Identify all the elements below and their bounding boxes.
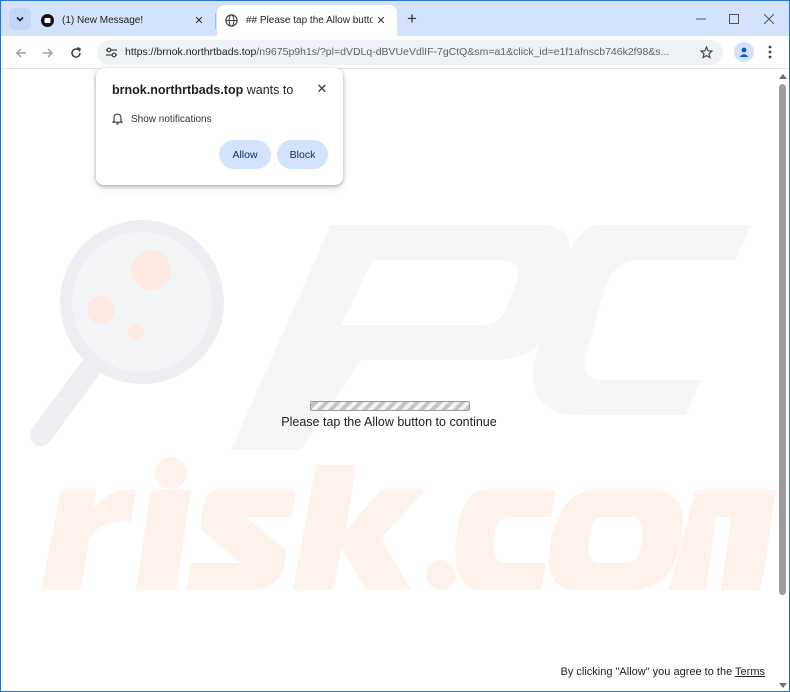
close-window-button[interactable] [754, 9, 784, 29]
maximize-icon [729, 14, 739, 24]
minimize-button[interactable] [686, 9, 716, 29]
maximize-button[interactable] [719, 9, 749, 29]
allow-button[interactable]: Allow [219, 140, 271, 169]
back-button[interactable] [10, 42, 32, 64]
tab-strip: (1) New Message! ✕ ## Please tap the All… [1, 1, 789, 36]
forward-button[interactable] [37, 42, 59, 64]
url-path: /n9675p9h1s/?pl=dVDLq-dBVUeVdlIF-7gCtQ&s… [256, 46, 670, 58]
bell-icon [112, 113, 123, 125]
minimize-icon [696, 18, 706, 20]
profile-button[interactable] [734, 42, 754, 62]
address-bar[interactable]: https://brnok.northrtbads.top/n9675p9h1s… [97, 40, 723, 65]
toolbar: https://brnok.northrtbads.top/n9675p9h1s… [1, 36, 789, 69]
terms-footer: By clicking "Allow" you agree to the Ter… [561, 666, 765, 678]
globe-icon [225, 14, 238, 27]
site-info-button[interactable] [103, 44, 120, 61]
notification-permission-popup: brnok.northrtbads.top wants to ✕ Show no… [96, 68, 343, 185]
instruction-message: Please tap the Allow button to continue [281, 415, 497, 429]
close-icon[interactable]: ✕ [315, 81, 329, 96]
tab-please-tap-allow[interactable]: ## Please tap the Allow button ✕ [217, 5, 397, 36]
permission-label: Show notifications [131, 113, 212, 125]
tab-search-button[interactable] [9, 8, 31, 30]
message-icon [41, 14, 54, 27]
reload-icon [71, 47, 81, 58]
url-host: https://brnok.northrtbads.top [125, 46, 257, 58]
bookmark-button[interactable] [698, 44, 715, 61]
new-tab-button[interactable]: + [402, 9, 422, 29]
tab-title: ## Please tap the Allow button [246, 15, 373, 26]
tune-icon [106, 47, 117, 58]
scroll-up-arrow-icon[interactable] [779, 74, 787, 79]
chevron-down-icon [16, 16, 24, 22]
vertical-scrollbar[interactable] [777, 70, 789, 691]
close-icon[interactable]: ✕ [191, 13, 207, 29]
block-button[interactable]: Block [277, 140, 328, 169]
scroll-down-arrow-icon[interactable] [779, 683, 787, 688]
browser-window: (1) New Message! ✕ ## Please tap the All… [0, 0, 790, 692]
progress-bar [310, 401, 470, 411]
tab-divider [215, 13, 216, 29]
close-icon[interactable]: ✕ [373, 13, 389, 29]
tab-new-message[interactable]: (1) New Message! ✕ [33, 5, 215, 36]
popup-site: brnok.northrtbads.top [112, 83, 244, 97]
profile-icon [739, 47, 749, 57]
kebab-menu-icon [768, 45, 772, 59]
url-text[interactable]: https://brnok.northrtbads.top/n9675p9h1s… [125, 46, 695, 58]
tab-title: (1) New Message! [62, 15, 144, 26]
popup-title: brnok.northrtbads.top wants to [112, 83, 293, 97]
permission-row: Show notifications [112, 113, 212, 125]
popup-title-suffix: wants to [243, 83, 294, 97]
menu-button[interactable] [762, 42, 778, 62]
plus-icon: + [407, 9, 417, 28]
star-icon [700, 46, 713, 59]
close-icon [764, 14, 774, 24]
scroll-thumb[interactable] [779, 84, 786, 595]
terms-link[interactable]: Terms [735, 666, 765, 678]
terms-prefix: By clicking "Allow" you agree to the [560, 666, 736, 678]
reload-button[interactable] [65, 42, 87, 64]
forward-arrow-icon [43, 48, 54, 58]
back-arrow-icon [15, 48, 26, 58]
